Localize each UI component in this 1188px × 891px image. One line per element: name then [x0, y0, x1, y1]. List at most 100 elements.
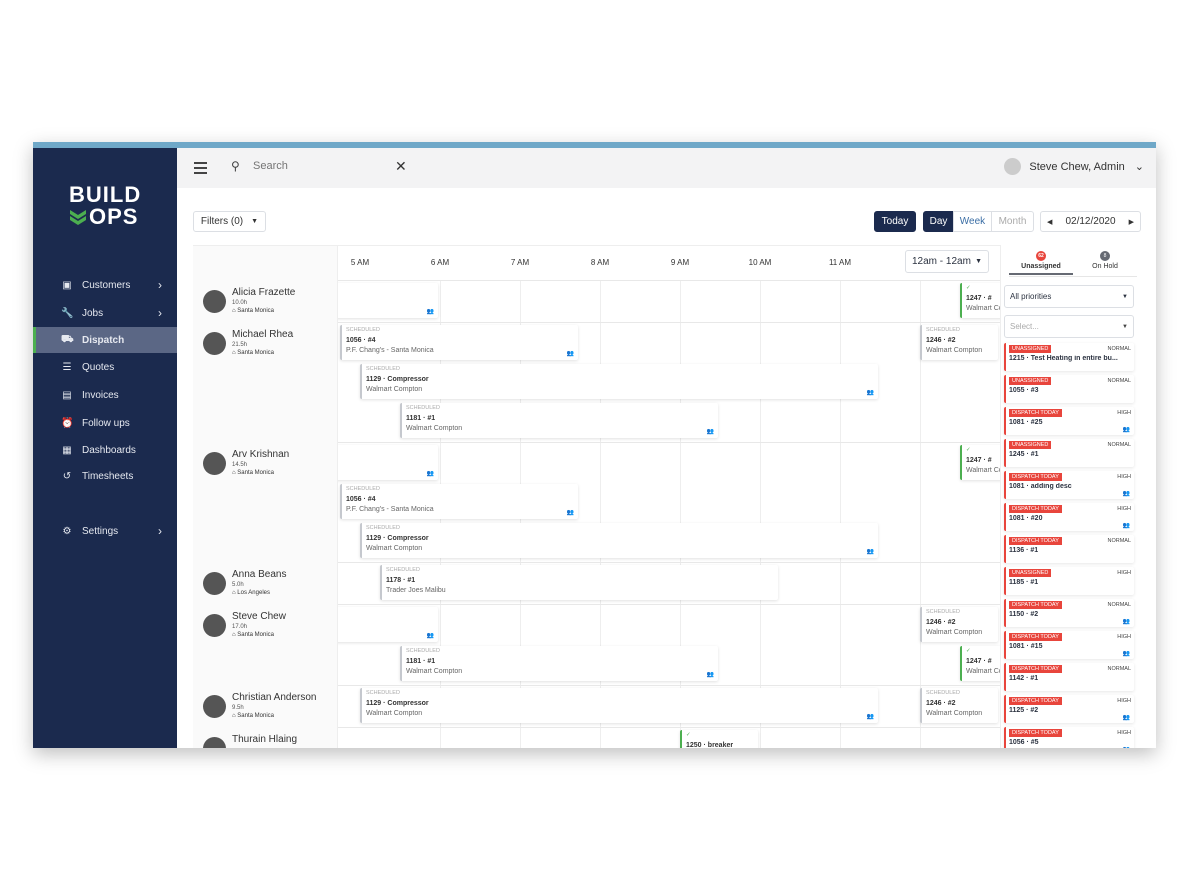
job-card[interactable]: UNASSIGNED NORMAL 1215 · Test Heating in e…	[1004, 343, 1134, 371]
job-event[interactable]: SCHEDULED 1181 · #1 Walmart Compton 👥	[400, 646, 718, 681]
priority-label: NORMAL	[1107, 666, 1131, 672]
job-title: 1055 · #3	[1009, 387, 1039, 394]
technician-avatar	[203, 614, 226, 637]
technician: Michael Rhea 21.5h ⌂ Santa Monica	[203, 329, 293, 356]
filters-button[interactable]: Filters (0) ▼	[193, 211, 266, 232]
team-icon: 👥	[866, 714, 874, 720]
job-title: 1247 · #	[966, 295, 992, 302]
clear-search-icon[interactable]: ✕	[395, 158, 407, 175]
priority-label: NORMAL	[1107, 378, 1131, 384]
job-event[interactable]: ✓ 1247 · # Walmart Compton	[960, 283, 1001, 318]
job-event[interactable]: SCHEDULED 1129 · Compressor Walmart Compto…	[360, 688, 878, 723]
job-title: 1136 · #1	[1009, 547, 1039, 554]
sidebar-item-timesheets[interactable]: ↺ Timesheets	[33, 463, 177, 489]
job-event[interactable]: ✓ 1250 · breaker	[680, 730, 758, 748]
job-card[interactable]: DISPATCH TODAY NORMAL 1142 · #1	[1004, 663, 1134, 691]
view-month-button[interactable]: Month	[991, 211, 1034, 232]
job-event[interactable]: SCHEDULED 1178 · #1 Trader Joes Malibu	[380, 565, 778, 600]
sidebar-item-label: Settings	[82, 525, 119, 537]
priority-label: NORMAL	[1107, 538, 1131, 544]
time-range-select[interactable]: 12am - 12am ▼	[905, 250, 989, 273]
job-event[interactable]: ✓ 1247 · # Walmart Compton	[960, 646, 1001, 681]
technician-hours: 14.5h	[232, 462, 248, 468]
sidebar-item-follow-ups[interactable]: ⏰ Follow ups	[33, 410, 177, 436]
job-status: SCHEDULED	[386, 567, 420, 573]
today-button[interactable]: Today	[874, 211, 916, 232]
job-title: 1081 · adding desc	[1009, 483, 1072, 490]
alarm-icon: ⏰	[61, 417, 74, 429]
job-card[interactable]: UNASSIGNED NORMAL 1245 · #1	[1004, 439, 1134, 467]
chevron-right-icon: ›	[158, 524, 162, 538]
tab-on-hold[interactable]: 8 On Hold	[1073, 251, 1137, 270]
date-picker[interactable]: ◀ 02/12/2020 ▶	[1040, 211, 1141, 232]
job-card[interactable]: DISPATCH TODAY HIGH 1081 · #25 👥	[1004, 407, 1134, 435]
technician-location: ⌂ Santa Monica	[232, 350, 293, 356]
location-text: Santa Monica	[237, 308, 274, 314]
job-card[interactable]: UNASSIGNED HIGH 1185 · #1	[1004, 567, 1134, 595]
location-text: Santa Monica	[237, 350, 274, 356]
job-title: 1129 · Compressor	[366, 376, 429, 383]
job-card[interactable]: UNASSIGNED NORMAL 1055 · #3	[1004, 375, 1134, 403]
job-card[interactable]: DISPATCH TODAY NORMAL 1150 · #2 👥	[1004, 599, 1134, 627]
job-event[interactable]: SCHEDULED 1129 · Compressor Walmart Compto…	[360, 523, 878, 558]
team-icon: 👥	[1122, 523, 1130, 529]
sidebar-item-customers[interactable]: ▣ Customers ›	[33, 272, 177, 298]
job-event[interactable]: ✓ 1247 · # Walmart Compton	[960, 445, 1001, 480]
job-event[interactable]: SCHEDULED 1056 · #4 P.F. Chang's - Santa M…	[340, 484, 578, 519]
job-location: Walmart Compton	[338, 459, 434, 466]
job-title: 1246 · #2	[926, 337, 956, 344]
job-title: 1142 · #1	[1009, 675, 1039, 682]
technician-hours: 5.0h	[232, 582, 244, 588]
job-status: SCHEDULED	[406, 648, 440, 654]
team-icon: 👥	[566, 510, 574, 516]
job-event[interactable]: Walmart Compton 👥	[338, 445, 438, 480]
location-text: Santa Monica	[237, 713, 274, 719]
job-event[interactable]: SCHEDULED 1056 · #4 P.F. Chang's - Santa M…	[340, 325, 578, 360]
technician-info: Alicia Frazette 10.0h ⌂ Santa Monica	[232, 287, 295, 314]
view-week-button[interactable]: Week	[953, 211, 992, 232]
team-icon: 👥	[706, 429, 714, 435]
sidebar-item-dashboards[interactable]: ▦ Dashboards	[33, 437, 177, 463]
sidebar-item-label: Invoices	[82, 389, 119, 401]
check-circle-icon: ✓	[686, 732, 691, 738]
job-card[interactable]: DISPATCH TODAY HIGH 1081 · adding desc 👥	[1004, 471, 1134, 499]
job-card[interactable]: DISPATCH TODAY NORMAL 1136 · #1	[1004, 535, 1134, 563]
priority-select[interactable]: All priorities ▼	[1004, 285, 1134, 308]
user-menu[interactable]: Steve Chew, Admin ⌄	[1004, 158, 1144, 175]
job-card[interactable]: DISPATCH TODAY HIGH 1081 · #20 👥	[1004, 503, 1134, 531]
document-icon: ▤	[62, 389, 72, 401]
prev-date-icon[interactable]: ◀	[1047, 218, 1052, 226]
sidebar-item-jobs[interactable]: 🔧 Jobs ›	[33, 300, 177, 326]
priority-label: HIGH	[1117, 474, 1131, 480]
view-day-button[interactable]: Day	[923, 211, 954, 232]
search-input[interactable]	[253, 160, 383, 172]
tab-label: Unassigned	[1021, 263, 1061, 270]
filter-select[interactable]: Select... ▼	[1004, 315, 1134, 338]
job-event[interactable]: SCHEDULED 1246 · #2 Walmart Compton	[920, 325, 998, 360]
sidebar-item-quotes[interactable]: ☰ Quotes	[33, 354, 177, 380]
sidebar: BUILD OPS ▣ Customers › 🔧 Jobs › ⛟ Dispatch ☰ Quo…	[33, 148, 177, 748]
sidebar-item-settings[interactable]: ⚙ Settings ›	[33, 518, 177, 544]
sidebar-item-dispatch[interactable]: ⛟ Dispatch	[33, 327, 177, 353]
job-event[interactable]: SCHEDULED 1246 · #2 Walmart Compton	[920, 688, 998, 723]
job-event[interactable]: SCHEDULED 1181 · #1 Walmart Compton 👥	[400, 403, 718, 438]
job-title: 1129 · Compressor	[366, 535, 429, 542]
tab-underline	[1009, 276, 1137, 277]
job-card[interactable]: DISPATCH TODAY HIGH 1125 · #2 👥	[1004, 695, 1134, 723]
next-date-icon[interactable]: ▶	[1129, 218, 1134, 226]
job-event[interactable]: Walmart Compton 👥	[338, 607, 438, 642]
tab-unassigned[interactable]: 62 Unassigned	[1009, 251, 1073, 275]
sidebar-item-invoices[interactable]: ▤ Invoices	[33, 382, 177, 408]
menu-icon[interactable]	[194, 162, 207, 177]
job-card[interactable]: DISPATCH TODAY HIGH 1056 · #5 👥	[1004, 727, 1134, 748]
check-circle-icon: ✓	[966, 648, 971, 654]
sidebar-item-label: Quotes	[82, 361, 115, 373]
job-event[interactable]: Walmart Compton 👥	[338, 283, 438, 318]
sidebar-item-label: Dispatch	[82, 334, 125, 346]
job-card[interactable]: DISPATCH TODAY HIGH 1081 · #15 👥	[1004, 631, 1134, 659]
technician-info: Steve Chew 17.0h ⌂ Santa Monica	[232, 611, 286, 638]
job-title: 1150 · #2	[1009, 611, 1039, 618]
job-event[interactable]: SCHEDULED 1246 · #2 Walmart Compton	[920, 607, 998, 642]
job-event[interactable]: SCHEDULED 1129 · Compressor Walmart Compto…	[360, 364, 878, 399]
select-placeholder: Select...	[1010, 322, 1039, 331]
